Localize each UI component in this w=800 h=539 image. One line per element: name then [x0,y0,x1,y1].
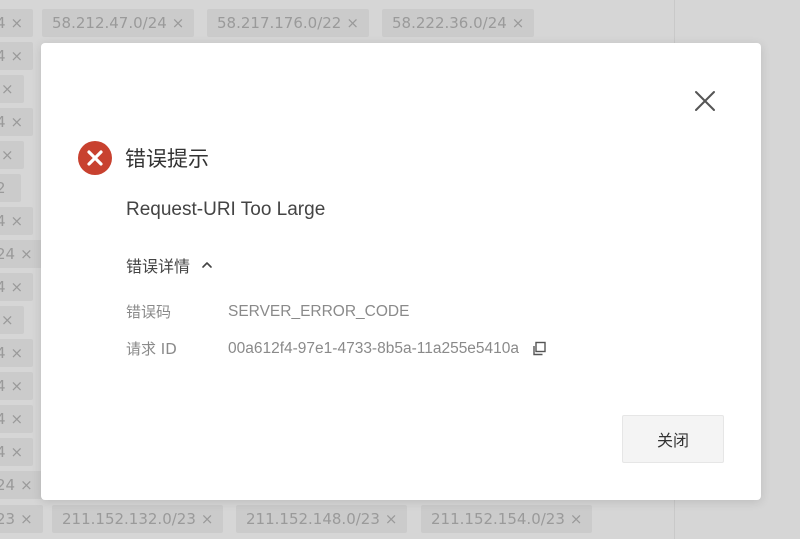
error-dialog: 错误提示 Request-URI Too Large 错误详情 错误码 SERV… [41,43,761,500]
ip-tag[interactable]: 4 × [0,42,34,70]
remove-tag-icon[interactable]: × [11,377,24,395]
request-id-value: 00a612f4-97e1-4733-8b5a-11a255e5410a [228,339,520,357]
ip-tag-label: 4 [0,113,6,131]
remove-tag-icon[interactable]: × [11,14,24,32]
remove-tag-icon[interactable]: × [20,510,33,528]
remove-tag-icon[interactable]: × [346,14,359,32]
close-button[interactable]: 关闭 [622,415,724,463]
ip-tag[interactable]: 4 × [0,207,34,235]
ip-tag[interactable]: 24 × [0,471,43,499]
remove-tag-icon[interactable]: × [11,344,24,362]
ip-tag[interactable]: 4 × [0,273,34,301]
remove-tag-icon[interactable]: × [11,212,24,230]
ip-tag-label: 4 [0,14,6,32]
remove-tag-icon[interactable]: × [385,510,398,528]
remove-tag-icon[interactable]: × [1,311,14,329]
error-details-label: 错误详情 [126,257,191,276]
ip-tag-label: 211.152.154.0/23 [431,510,565,528]
ip-tag-label: 2 [0,179,6,197]
ip-tag-label: 4 [0,212,6,230]
ip-tag-label: 58.217.176.0/22 [217,14,342,32]
ip-tag-label: 4 [0,410,6,428]
ip-tag[interactable]: 58.212.47.0/24 × [42,9,195,37]
ip-tag-label: 4 [0,47,6,65]
remove-tag-icon[interactable]: × [20,476,33,494]
ip-tag-label: 211.152.132.0/23 [62,510,196,528]
remove-tag-icon[interactable]: × [512,14,525,32]
remove-tag-icon[interactable]: × [11,410,24,428]
ip-tag-label: 24 [0,245,16,263]
ip-tag[interactable]: 211.152.154.0/23 × [421,505,593,533]
error-details-toggle[interactable]: 错误详情 [126,253,214,277]
dialog-header: 错误提示 [78,141,209,175]
remove-tag-icon[interactable]: × [1,80,14,98]
ip-tag[interactable]: 2 [0,174,21,202]
ip-tag[interactable]: 4 × [0,9,34,37]
remove-tag-icon[interactable]: × [11,278,24,296]
ip-tag-label: 4 [0,377,6,395]
ip-tag-label: 24 [0,476,16,494]
request-id-label: 请求 ID [126,340,177,358]
ip-tag[interactable]: 23 × [0,505,43,533]
close-icon[interactable] [691,87,719,115]
remove-tag-icon[interactable]: × [570,510,583,528]
ip-tag-label: 4 [0,344,6,362]
ip-tag[interactable]: × [0,141,24,169]
ip-tag[interactable]: 24 × [0,240,43,268]
error-code-label: 错误码 [126,303,172,321]
remove-tag-icon[interactable]: × [11,113,24,131]
ip-tag[interactable]: 211.152.132.0/23 × [52,505,224,533]
remove-tag-icon[interactable]: × [11,47,24,65]
ip-tag[interactable]: 4 × [0,405,34,433]
error-code-row: 错误码 SERVER_ERROR_CODE [126,301,409,322]
ip-tag[interactable]: × [0,75,24,103]
error-code-value: SERVER_ERROR_CODE [228,302,410,320]
remove-tag-icon[interactable]: × [20,245,33,263]
ip-tag-label: 211.152.148.0/23 [246,510,380,528]
ip-tag[interactable]: 4 × [0,372,34,400]
remove-tag-icon[interactable]: × [1,146,14,164]
ip-tag[interactable]: 4 × [0,438,34,466]
error-message: Request-URI Too Large [126,199,326,220]
dialog-title: 错误提示 [125,147,209,171]
error-icon [78,141,112,175]
ip-tag[interactable]: 4 × [0,108,34,136]
ip-tag-label: 58.212.47.0/24 [52,14,167,32]
copy-icon[interactable] [531,341,547,357]
ip-tag-label: 23 [0,510,16,528]
ip-tag-label: 4 [0,443,6,461]
ip-tag-label: 4 [0,278,6,296]
ip-tag[interactable]: 211.152.148.0/23 × [236,505,408,533]
remove-tag-icon[interactable]: × [172,14,185,32]
ip-tag[interactable]: 58.217.176.0/22 × [207,9,369,37]
ip-tag[interactable]: 4 × [0,339,34,367]
remove-tag-icon[interactable]: × [201,510,214,528]
remove-tag-icon[interactable]: × [11,443,24,461]
chevron-up-icon [202,262,212,268]
request-id-row: 请求 ID 00a612f4-97e1-4733-8b5a-11a255e541… [126,338,547,359]
ip-tag-label: 58.222.36.0/24 [392,14,507,32]
ip-tag[interactable]: × [0,306,24,334]
ip-tag[interactable]: 58.222.36.0/24 × [382,9,535,37]
